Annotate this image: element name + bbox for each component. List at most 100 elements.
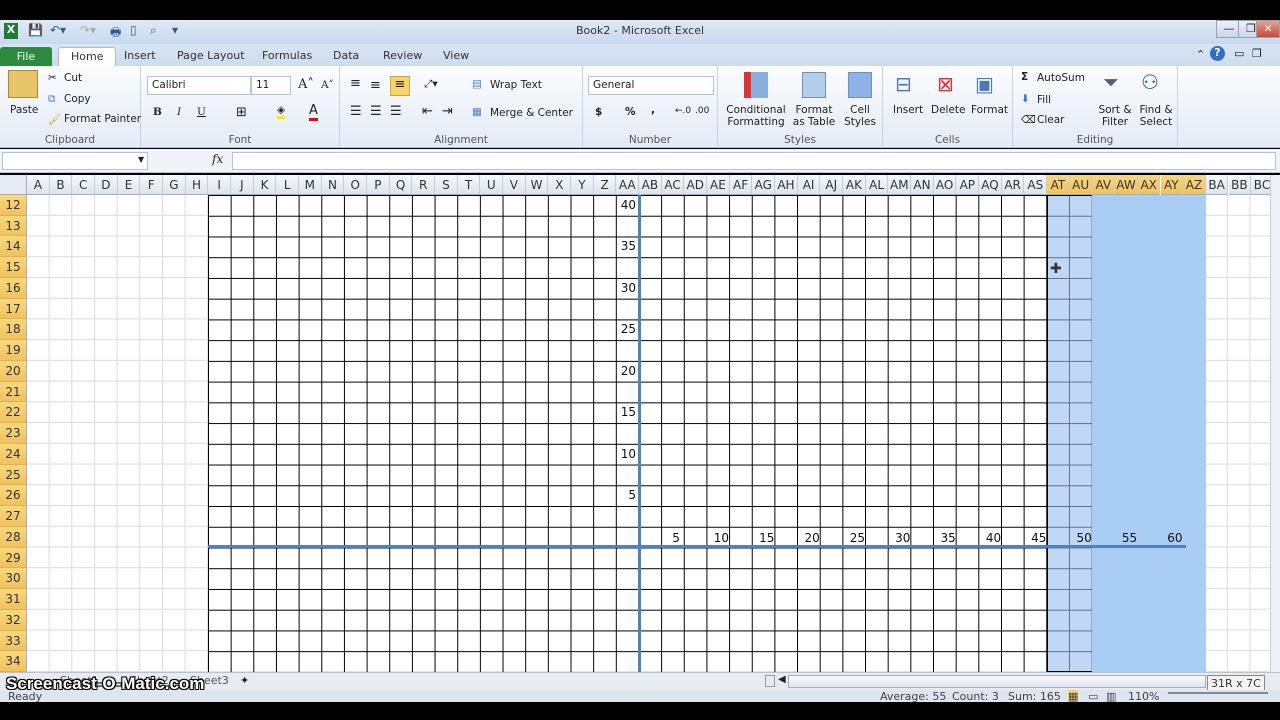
row-header[interactable]: 23 <box>0 423 27 444</box>
conditional-formatting-button[interactable]: Conditional Formatting <box>724 104 788 128</box>
decrease-decimal-icon[interactable]: .00 <box>695 106 709 116</box>
shrink-font-icon[interactable]: A˅ <box>321 79 334 91</box>
italic-button[interactable]: I <box>177 106 181 118</box>
bold-button[interactable]: B <box>153 106 162 118</box>
page-layout-view-icon[interactable]: ▭ <box>1088 690 1098 702</box>
column-header[interactable]: H <box>185 175 209 195</box>
column-header[interactable]: AT <box>1047 175 1070 195</box>
autosum-button[interactable]: AutoSum <box>1037 72 1085 84</box>
column-header[interactable]: AE <box>707 175 730 195</box>
row-header[interactable]: 19 <box>0 340 27 361</box>
align-center-icon[interactable]: ☰ <box>370 104 382 119</box>
column-header[interactable]: X <box>548 175 572 195</box>
column-header[interactable]: AH <box>775 175 798 195</box>
decrease-indent-icon[interactable]: ⇤ <box>422 104 433 119</box>
copy-button[interactable]: Copy <box>64 93 91 105</box>
row-header[interactable]: 14 <box>0 236 27 258</box>
column-header[interactable]: O <box>344 175 368 195</box>
column-header[interactable]: A <box>27 175 50 195</box>
column-header[interactable]: AW <box>1115 175 1138 195</box>
column-header[interactable]: T <box>457 175 481 195</box>
format-painter-button[interactable]: Format Painter <box>64 113 141 125</box>
close-button[interactable]: ✕ <box>1256 20 1280 38</box>
column-header[interactable]: Z <box>593 175 617 195</box>
hscroll-split-handle[interactable] <box>765 675 775 687</box>
tab-insert[interactable]: Insert <box>112 47 168 66</box>
column-header[interactable]: U <box>480 175 504 195</box>
font-size-select[interactable]: 11 <box>251 76 291 95</box>
percent-button[interactable]: % <box>625 106 636 118</box>
row-header[interactable]: 33 <box>0 630 27 652</box>
tab-data[interactable]: Data <box>321 47 371 66</box>
column-header[interactable]: R <box>412 175 436 195</box>
row-header[interactable]: 21 <box>0 381 27 403</box>
worksheet-grid[interactable]: A B C D E F G H I J K L M N O P Q R S T U V W X Y Z AA AB AC AD AE AF AG… <box>0 175 1270 672</box>
column-header[interactable]: AX <box>1137 175 1161 195</box>
orientation-icon[interactable]: ⤢▾ <box>424 78 438 91</box>
column-header[interactable]: I <box>208 175 232 195</box>
comma-button[interactable]: , <box>651 104 655 116</box>
fill-color-icon[interactable]: ◈ <box>277 104 286 119</box>
column-header[interactable]: D <box>95 175 118 195</box>
column-header[interactable]: AF <box>729 175 753 195</box>
column-header[interactable]: AQ <box>979 175 1002 195</box>
workbook-minimize-icon[interactable]: ▭ <box>1234 47 1244 60</box>
insert-function-button[interactable]: fx <box>212 152 223 166</box>
currency-button[interactable]: $ <box>595 106 602 118</box>
column-header[interactable]: K <box>253 175 277 195</box>
tab-file[interactable]: File <box>0 47 52 66</box>
tab-review[interactable]: Review <box>371 47 434 66</box>
help-icon[interactable]: ? <box>1210 46 1225 61</box>
column-header[interactable]: AL <box>865 175 889 195</box>
row-header[interactable]: 20 <box>0 360 27 382</box>
fill-button[interactable]: Fill <box>1037 94 1051 106</box>
column-header[interactable]: AJ <box>820 175 844 195</box>
name-box-dropdown-icon[interactable]: ▼ <box>138 155 144 164</box>
column-header[interactable]: BA <box>1205 175 1229 195</box>
scroll-left-icon[interactable]: ◀ <box>778 674 786 685</box>
row-header[interactable]: 24 <box>0 443 27 465</box>
tab-view[interactable]: View <box>431 47 481 66</box>
column-header[interactable]: C <box>72 175 95 195</box>
align-middle-icon[interactable]: ≡ <box>370 78 381 93</box>
row-header[interactable]: 12 <box>0 195 27 216</box>
row-header[interactable]: 16 <box>0 277 27 299</box>
align-left-icon[interactable]: ☰ <box>350 104 362 119</box>
normal-view-icon[interactable]: ▦ <box>1068 690 1079 702</box>
insert-sheet-icon[interactable]: ✦ <box>240 674 249 687</box>
column-header[interactable]: W <box>525 175 549 195</box>
row-header[interactable]: 18 <box>0 319 27 341</box>
workbook-restore-icon[interactable]: ❐ <box>1252 47 1262 60</box>
clear-button[interactable]: Clear <box>1037 114 1064 126</box>
column-header[interactable]: G <box>163 175 186 195</box>
row-header[interactable]: 34 <box>0 651 27 672</box>
underline-button[interactable]: U <box>197 106 206 118</box>
column-header[interactable]: M <box>299 175 322 195</box>
insert-button[interactable]: Insert <box>893 104 923 116</box>
number-format-select[interactable]: General <box>588 76 714 95</box>
row-header[interactable]: 27 <box>0 506 27 527</box>
row-header[interactable]: 26 <box>0 485 27 507</box>
column-header[interactable]: AI <box>797 175 821 195</box>
column-header[interactable]: AG <box>752 175 776 195</box>
delete-button[interactable]: Delete <box>931 104 966 116</box>
align-right-icon[interactable]: ☰ <box>390 104 402 119</box>
column-header[interactable]: Y <box>571 175 594 195</box>
paste-button[interactable]: Paste <box>10 104 38 116</box>
page-break-view-icon[interactable]: ▥ <box>1106 690 1116 702</box>
formula-input[interactable] <box>232 152 1276 170</box>
column-header[interactable]: AU <box>1069 175 1093 195</box>
zoom-slider[interactable] <box>1168 692 1268 694</box>
borders-icon[interactable]: ⊞ <box>236 105 247 120</box>
cut-button[interactable]: Cut <box>64 72 82 84</box>
wrap-text-button[interactable]: Wrap Text <box>490 79 542 91</box>
column-header[interactable]: S <box>435 175 458 195</box>
column-header[interactable]: Q <box>389 175 413 195</box>
sort-filter-button[interactable]: Sort & Filter <box>1097 104 1133 128</box>
column-header[interactable]: BB <box>1228 175 1252 195</box>
row-header[interactable]: 13 <box>0 215 27 237</box>
column-header[interactable]: AZ <box>1183 175 1206 195</box>
increase-decimal-icon[interactable]: ←.0 <box>675 106 691 116</box>
tab-page-layout[interactable]: Page Layout <box>165 47 257 66</box>
merge-center-button[interactable]: Merge & Center <box>490 107 573 119</box>
